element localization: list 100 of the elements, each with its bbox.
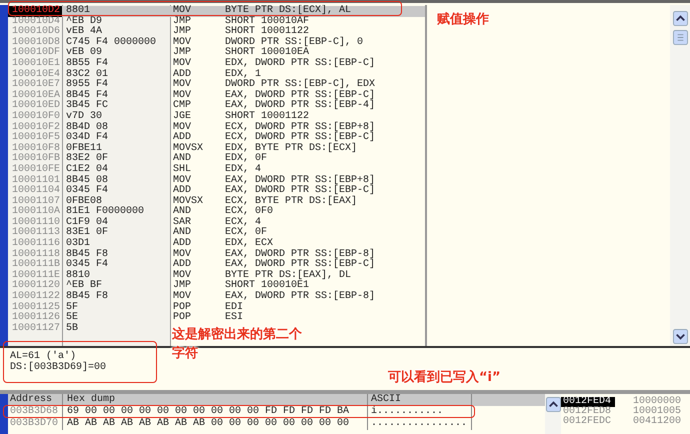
hex-text: 8B55 F4 [65, 58, 110, 69]
scroll-up-icon[interactable] [672, 11, 688, 26]
hex-text: 8955 F4 [65, 80, 110, 90]
hex-text: C745 F4 0000000 [65, 38, 158, 48]
mnemonic-text: CMP [172, 101, 192, 112]
mnemonic-text: MOV [172, 38, 192, 48]
annotation-text: 可以看到已写入“i” [388, 368, 501, 387]
mnemonic-text: ADD [172, 186, 192, 196]
operand-text: ECX, DWORD PTR SS:[EBP-C] [224, 133, 376, 144]
scroll-up-icon[interactable] [546, 397, 560, 412]
mnemonic-text: MOV [172, 176, 192, 186]
operand-text: DWORD PTR SS:[EBP-C], EDX [224, 80, 376, 90]
mnemonic-text: MOV [172, 122, 192, 133]
address-text: 10001116 [11, 239, 62, 250]
hex-text: ^EB BF [65, 281, 102, 292]
operand-text: ECX, BYTE PTR DS:[EAX] [224, 196, 358, 207]
address-text: 0012FEDC [562, 417, 612, 427]
address-text: 10001113 [11, 228, 62, 238]
operand-text: EAX, DWORD PTR SS:[EBP-C] [224, 260, 376, 270]
annotation-text: 赋值操作 [437, 11, 489, 29]
address-text: 100010F2 [11, 122, 62, 133]
address-text: 100010EA [11, 90, 62, 101]
mnemonic-text: MOV [172, 80, 192, 90]
address-text: 100010D2 [8, 6, 62, 17]
operand-text: ECX, 0F [224, 228, 268, 238]
address-text: 10001125 [11, 302, 62, 313]
address-text: 10001127 [11, 324, 62, 334]
address-text: 100010E4 [11, 70, 62, 80]
scrollbar[interactable] [545, 394, 561, 434]
address-text: 100010FB [11, 154, 62, 164]
hex-text: 034D F4 [65, 133, 110, 144]
mnemonic-text: ADD [172, 133, 192, 144]
address-text: 10001107 [11, 196, 62, 207]
value-text: 10000000 [632, 397, 682, 407]
mnemonic-text: MOV [172, 6, 192, 16]
address-text: 10001122 [11, 292, 62, 302]
address-text: 100010D6 [11, 27, 62, 38]
operand-text: ECX, 4 [224, 218, 262, 228]
operand-text: EAX, DWORD PTR SS:[EBP-8] [224, 292, 376, 302]
operand-text: BYTE PTR DS:[EAX], DL [224, 270, 352, 281]
address-text: 10001104 [11, 186, 62, 196]
column-header[interactable]: ASCII [368, 394, 472, 406]
scrollbar[interactable] [670, 5, 690, 346]
mnemonic-text: JMP [172, 16, 192, 27]
value-text: 10001005 [632, 407, 682, 417]
hex-text: 8801 [65, 6, 92, 16]
operand-text: SHORT 100010AF [224, 16, 310, 27]
mnemonic-text: POP [172, 302, 192, 313]
hex-text: 03D1 [65, 239, 92, 250]
hex-text: vEB 4A [65, 27, 102, 38]
address-text: 10001118 [11, 250, 62, 260]
mnemonic-text: JGE [172, 112, 192, 122]
mnemonic-text: JMP [172, 48, 192, 58]
operand-text: EAX, DWORD PTR SS:[EBP-4] [224, 101, 376, 112]
operand-text: EDI [224, 302, 244, 313]
hex-text: ^EB D9 [65, 16, 104, 27]
address-text: 100010F0 [11, 112, 62, 122]
address-text: 10001120 [11, 281, 62, 292]
hex-bytes-text: AB AB AB AB AB AB AB AB 00 00 00 00 00 00 00 00 [63, 418, 368, 430]
address-text: 0012FED4 [561, 397, 615, 407]
hex-text: 3B45 FC [65, 101, 110, 112]
scroll-down-icon[interactable] [672, 329, 688, 344]
mnemonic-text: AND [172, 207, 192, 218]
ascii-text: ................ [368, 418, 472, 430]
address-text: 100010F5 [11, 133, 62, 144]
hex-text: 81E1 F0000000 [65, 207, 146, 218]
operand-text: EDX, 4 [224, 164, 262, 175]
column-header[interactable]: Address [8, 394, 63, 406]
scroll-thumb-icon[interactable] [672, 30, 688, 45]
address-text: 10001101 [11, 176, 62, 186]
mnemonic-text: MOVSX [172, 196, 204, 207]
mnemonic-text: MOV [172, 90, 192, 101]
hex-text: 83E1 0F [65, 228, 110, 238]
operand-text: EAX, DWORD PTR SS:[EBP-8] [224, 250, 376, 260]
operand-text: SHORT 100010E1 [224, 281, 310, 292]
operand-text: ESI [224, 313, 244, 324]
address-text: 003B3D68 [8, 406, 63, 418]
column-header[interactable]: Hex dump [63, 394, 368, 406]
operand-text: EDX, 1 [224, 70, 262, 80]
address-text: 100010D4 [11, 16, 62, 27]
mnemonic-text: AND [172, 228, 192, 238]
operand-text: SHORT 10001122 [224, 27, 310, 38]
mnemonic-text: POP [172, 313, 192, 324]
hex-text: 8B45 F8 [65, 250, 110, 260]
mnemonic-text: ADD [172, 260, 192, 270]
hex-text: 5F [65, 302, 80, 313]
address-text: 100010E1 [11, 58, 62, 69]
info-line: AL=61 ('a') [10, 351, 76, 362]
mnemonic-text: MOV [172, 270, 192, 281]
hex-text: 0FBE11 [65, 144, 102, 154]
operand-text: EAX, DWORD PTR SS:[EBP-C] [224, 90, 376, 101]
operand-text: ECX, DWORD PTR SS:[EBP+8] [224, 122, 376, 133]
mnemonic-text: ADD [172, 239, 192, 250]
operand-text: BYTE PTR DS:[ECX], AL [224, 6, 352, 16]
mnemonic-text: AND [172, 154, 192, 164]
hex-bytes-text: 69 00 00 00 00 00 00 00 00 00 00 FD FD FD FD BA [63, 406, 368, 418]
hex-text: 83C2 01 [65, 70, 110, 80]
hex-text: C1F9 04 [65, 218, 110, 228]
address-text: 100010FE [11, 164, 62, 175]
mnemonic-text: MOVSX [172, 144, 204, 154]
